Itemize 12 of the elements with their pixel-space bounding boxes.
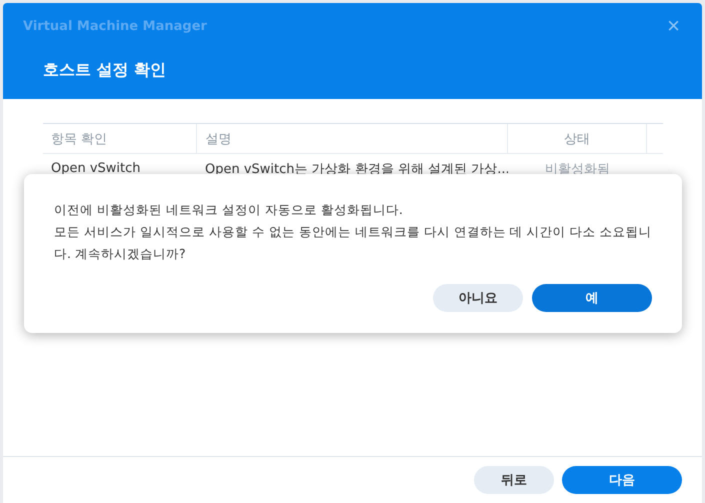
column-header: 상태: [508, 124, 647, 153]
table-cell-text: Open vSwitch: [50, 160, 142, 178]
column-header: 설명: [197, 124, 508, 153]
page-heading: 호스트 설정 확인: [43, 60, 168, 81]
secondary-button[interactable]: 뒤로: [474, 466, 554, 494]
secondary-button[interactable]: 아니요: [433, 284, 523, 312]
message-text: 이전에 비활성화된 네트워크 설정이 자동으로 활성화됩니다.: [54, 201, 404, 219]
primary-button[interactable]: 예: [532, 284, 652, 312]
window-title: Virtual Machine Manager: [23, 18, 207, 34]
message-text: 모든 서비스가 일시적으로 사용할 수 없는 동안에는 네트워크를 다시 연결하는 데 시간이 다소 소요됩니다. 계속하시겠습니까?: [54, 223, 652, 263]
primary-button[interactable]: 다음: [562, 466, 682, 494]
column-header: 항목 확인: [43, 124, 198, 153]
